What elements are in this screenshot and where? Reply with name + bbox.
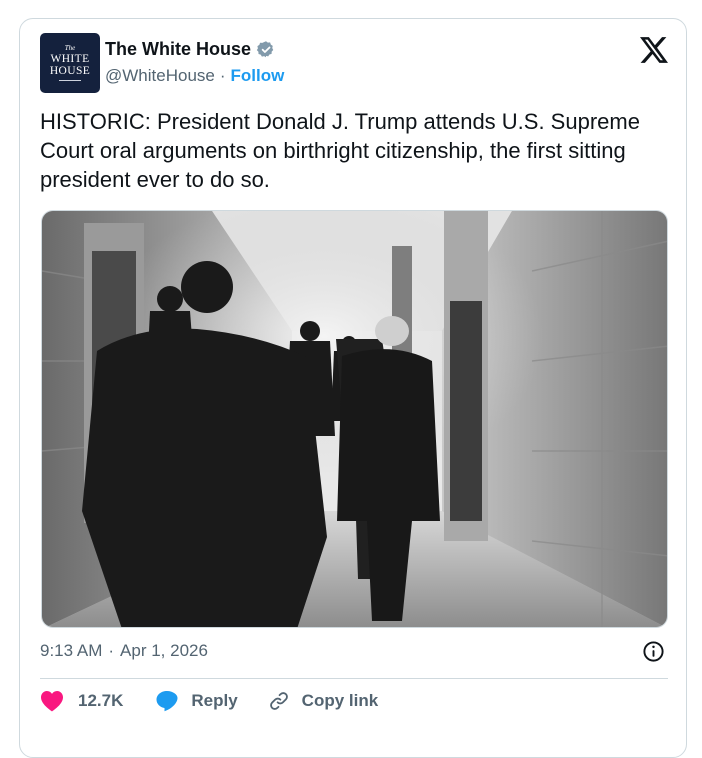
handle-row: @WhiteHouse · Follow	[105, 66, 284, 86]
tweet-actions: 12.7K Reply Copy link	[40, 690, 378, 712]
copy-link-label: Copy link	[301, 691, 379, 710]
account-name-row: The White House	[105, 39, 276, 60]
info-icon[interactable]	[642, 640, 665, 663]
hallway-photo-illustration	[42, 211, 667, 627]
reply-label: Reply	[191, 691, 238, 710]
tweet-photo[interactable]	[41, 210, 668, 628]
avatar-rule	[59, 80, 81, 81]
avatar[interactable]: The WHITE HOUSE	[40, 33, 100, 93]
follow-button[interactable]: Follow	[231, 66, 285, 86]
copy-link-button[interactable]: Copy link	[268, 690, 379, 712]
account-handle[interactable]: @WhiteHouse	[105, 66, 215, 86]
avatar-line-3: HOUSE	[49, 64, 91, 77]
divider	[40, 678, 668, 679]
tweet-date[interactable]: Apr 1, 2026	[120, 641, 208, 661]
tweet-card: The WHITE HOUSE The White House @WhiteHo…	[19, 18, 687, 758]
avatar-line-2: WHITE	[50, 53, 90, 65]
reply-bubble-icon	[156, 691, 178, 712]
reply-button[interactable]: Reply	[155, 690, 238, 712]
verified-badge-icon	[256, 40, 274, 57]
like-button[interactable]: 12.7K	[40, 690, 123, 712]
tweet-text: HISTORIC: President Donald J. Trump atte…	[40, 109, 640, 192]
like-count: 12.7K	[78, 691, 124, 710]
heart-icon	[41, 691, 63, 712]
link-icon	[269, 692, 288, 710]
avatar-line-1: The	[64, 44, 76, 52]
tweet-meta: 9:13 AM · Apr 1, 2026	[40, 641, 208, 661]
meta-separator: ·	[108, 641, 115, 660]
account-name[interactable]: The White House	[105, 39, 251, 60]
x-logo-icon[interactable]	[640, 37, 668, 63]
handle-separator: ·	[219, 66, 226, 85]
tweet-time[interactable]: 9:13 AM	[40, 641, 102, 661]
